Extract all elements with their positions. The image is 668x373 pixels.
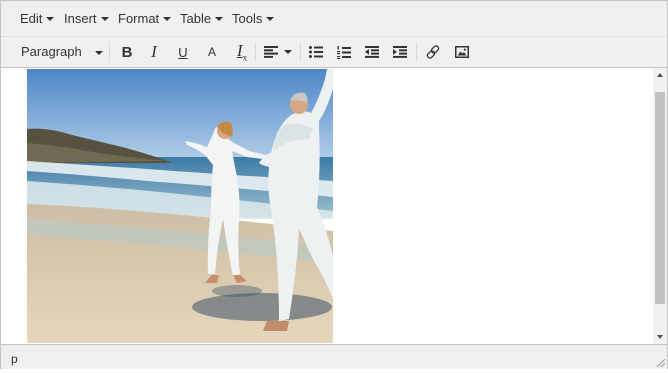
chevron-down-icon xyxy=(163,17,172,21)
vertical-scrollbar[interactable] xyxy=(653,68,667,344)
toolbar: Paragraph B I U A Ix xyxy=(1,37,667,68)
photo-illustration xyxy=(27,69,333,343)
menu-format[interactable]: Format xyxy=(118,1,172,36)
menu-tools-label: Tools xyxy=(232,11,263,26)
toolbar-divider xyxy=(300,42,301,62)
font-size-button[interactable]: A xyxy=(202,37,222,67)
editor-content[interactable] xyxy=(1,68,653,344)
chevron-down-icon xyxy=(284,50,292,54)
menu-edit-label: Edit xyxy=(20,11,43,26)
align-left-icon xyxy=(264,46,278,58)
scroll-up-button[interactable] xyxy=(653,68,667,82)
underline-button[interactable]: U xyxy=(173,37,193,67)
chevron-down-icon xyxy=(46,17,55,21)
underline-icon: U xyxy=(178,44,188,60)
chevron-down-icon xyxy=(95,51,103,55)
font-size-icon: A xyxy=(207,45,216,59)
indent-icon xyxy=(393,46,407,58)
chevron-down-icon xyxy=(266,17,275,21)
indent-button[interactable] xyxy=(390,37,410,67)
toolbar-divider xyxy=(255,42,256,62)
toolbar-divider xyxy=(109,42,110,62)
numbered-list-button[interactable] xyxy=(334,37,354,67)
italic-button[interactable]: I xyxy=(144,37,164,67)
bold-button[interactable]: B xyxy=(117,37,137,67)
beach-couple-photo[interactable] xyxy=(27,69,333,343)
menu-table[interactable]: Table xyxy=(180,1,224,36)
block-format-value: Paragraph xyxy=(21,44,82,59)
rich-text-editor: Edit Insert Format Table Tools Paragraph… xyxy=(0,0,668,369)
block-format-select[interactable]: Paragraph xyxy=(10,37,106,67)
image-icon xyxy=(455,46,469,58)
menu-insert-label: Insert xyxy=(64,11,97,26)
bold-icon: B xyxy=(121,43,133,61)
statusbar: p xyxy=(1,344,667,369)
scrollbar-thumb[interactable] xyxy=(655,92,665,304)
clear-formatting-button[interactable]: Ix xyxy=(231,37,253,67)
menu-format-label: Format xyxy=(118,11,160,26)
bullet-list-icon xyxy=(309,46,323,58)
resize-handle-icon[interactable] xyxy=(657,359,665,367)
clear-formatting-x: x xyxy=(242,52,248,63)
element-path[interactable]: p xyxy=(11,345,18,369)
chevron-down-icon xyxy=(100,17,109,21)
scroll-up-arrow-icon xyxy=(657,73,663,77)
link-button[interactable] xyxy=(423,37,443,67)
outdent-icon xyxy=(365,46,379,58)
menubar: Edit Insert Format Table Tools xyxy=(1,1,667,37)
align-dropdown-button[interactable] xyxy=(260,37,296,67)
chevron-down-icon xyxy=(215,17,224,21)
scroll-down-arrow-icon xyxy=(657,335,663,339)
menu-edit[interactable]: Edit xyxy=(20,1,55,36)
bullet-list-button[interactable] xyxy=(306,37,326,67)
scroll-down-button[interactable] xyxy=(653,330,667,344)
clear-formatting-icon: Ix xyxy=(237,41,247,62)
outdent-button[interactable] xyxy=(362,37,382,67)
menu-table-label: Table xyxy=(180,11,212,26)
link-icon xyxy=(426,45,440,59)
menu-tools[interactable]: Tools xyxy=(232,1,275,36)
menu-insert[interactable]: Insert xyxy=(64,1,109,36)
image-button[interactable] xyxy=(452,37,472,67)
numbered-list-icon xyxy=(337,45,351,59)
italic-icon: I xyxy=(151,42,157,61)
toolbar-divider xyxy=(416,42,417,62)
